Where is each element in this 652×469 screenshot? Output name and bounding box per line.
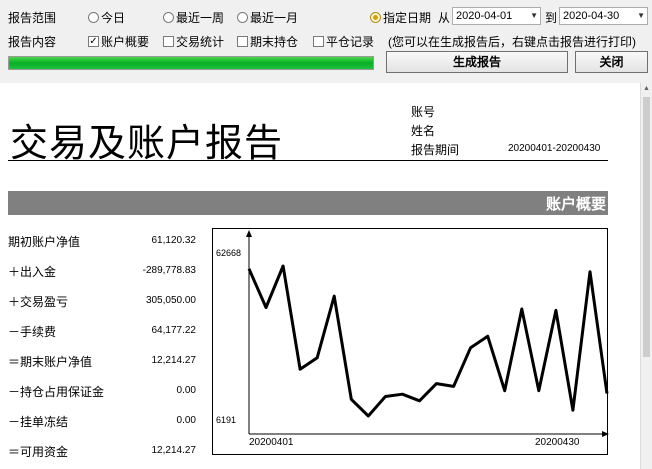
y-min-label: 6191: [216, 415, 236, 425]
summary-row-label: ＝可用资金: [8, 445, 69, 459]
summary-row-label: ＋出入金: [8, 265, 57, 279]
summary-row-label: ＋交易盈亏: [8, 295, 69, 309]
summary-row-label: 期初账户净值: [8, 235, 81, 249]
vertical-scrollbar[interactable]: ▲: [640, 83, 652, 469]
title-divider: [8, 160, 608, 161]
chevron-down-icon: ▼: [637, 11, 645, 20]
check-close-records[interactable]: 平仓记录: [313, 33, 374, 50]
chart-svg: 62668 6191 20200401 20200430: [216, 230, 609, 448]
y-axis-arrow: [246, 230, 252, 237]
summary-row-label: －挂单冻结: [8, 415, 69, 429]
from-label: 从: [438, 11, 451, 25]
chevron-down-icon: ▼: [530, 11, 538, 20]
summary-row-label: －手续费: [8, 325, 57, 339]
x-end-label: 20200430: [535, 437, 580, 448]
print-hint: (您可以在生成报告后，右键点击报告进行打印): [388, 35, 636, 49]
radio-today[interactable]: 今日: [88, 9, 125, 26]
y-max-label: 62668: [216, 248, 241, 258]
report-title: 交易及账户报告: [10, 121, 284, 165]
summary-row-value: 0.00: [176, 415, 196, 426]
name-label: 姓名: [411, 124, 436, 138]
to-label: 到: [545, 11, 558, 25]
summary-row-value: 12,214.27: [151, 445, 197, 456]
scroll-up-icon: ▲: [643, 85, 650, 92]
period-label: 报告期间: [411, 143, 460, 157]
section-title: 账户概要: [545, 196, 606, 213]
radio-last-month[interactable]: 最近一月: [237, 9, 298, 26]
checkmark-icon: ✓: [88, 36, 99, 47]
scrollbar-thumb: [643, 97, 650, 357]
progress-bar: [8, 56, 374, 70]
summary-row-value: 0.00: [176, 385, 196, 396]
close-button[interactable]: 关闭: [575, 51, 648, 73]
date-from-picker[interactable]: 2020-04-01 ▼: [452, 7, 541, 25]
x-start-label: 20200401: [249, 437, 294, 448]
check-closing-positions[interactable]: 期末持仓: [237, 33, 298, 50]
summary-row-label: ＝期末账户净值: [8, 355, 93, 369]
summary-row-label: －持仓占用保证金: [8, 385, 105, 399]
date-to-picker[interactable]: 2020-04-30 ▼: [559, 7, 648, 25]
report-content-label: 报告内容: [8, 35, 57, 49]
summary-row-value: -289,778.83: [142, 265, 196, 276]
summary-row-value: 305,050.00: [145, 295, 196, 306]
x-axis-arrow: [602, 431, 609, 437]
check-account-summary[interactable]: ✓ 账户概要: [88, 33, 149, 50]
summary-row-value: 64,177.22: [151, 325, 197, 336]
account-label: 账号: [411, 105, 436, 119]
net-value-line: [247, 264, 609, 418]
summary-row-value: 61,120.32: [151, 235, 197, 246]
report-range-label: 报告范围: [8, 11, 57, 25]
radio-last-week[interactable]: 最近一周: [163, 9, 224, 26]
net-value-chart: 62668 6191 20200401 20200430: [212, 228, 609, 455]
check-trade-stats[interactable]: 交易统计: [163, 33, 224, 50]
generate-report-button[interactable]: 生成报告: [386, 51, 568, 73]
section-header: 账户概要: [8, 191, 608, 215]
summary-row-value: 12,214.27: [151, 355, 197, 366]
radio-specify-date[interactable]: 指定日期: [370, 9, 431, 26]
period-value: 20200401-20200430: [508, 143, 601, 154]
